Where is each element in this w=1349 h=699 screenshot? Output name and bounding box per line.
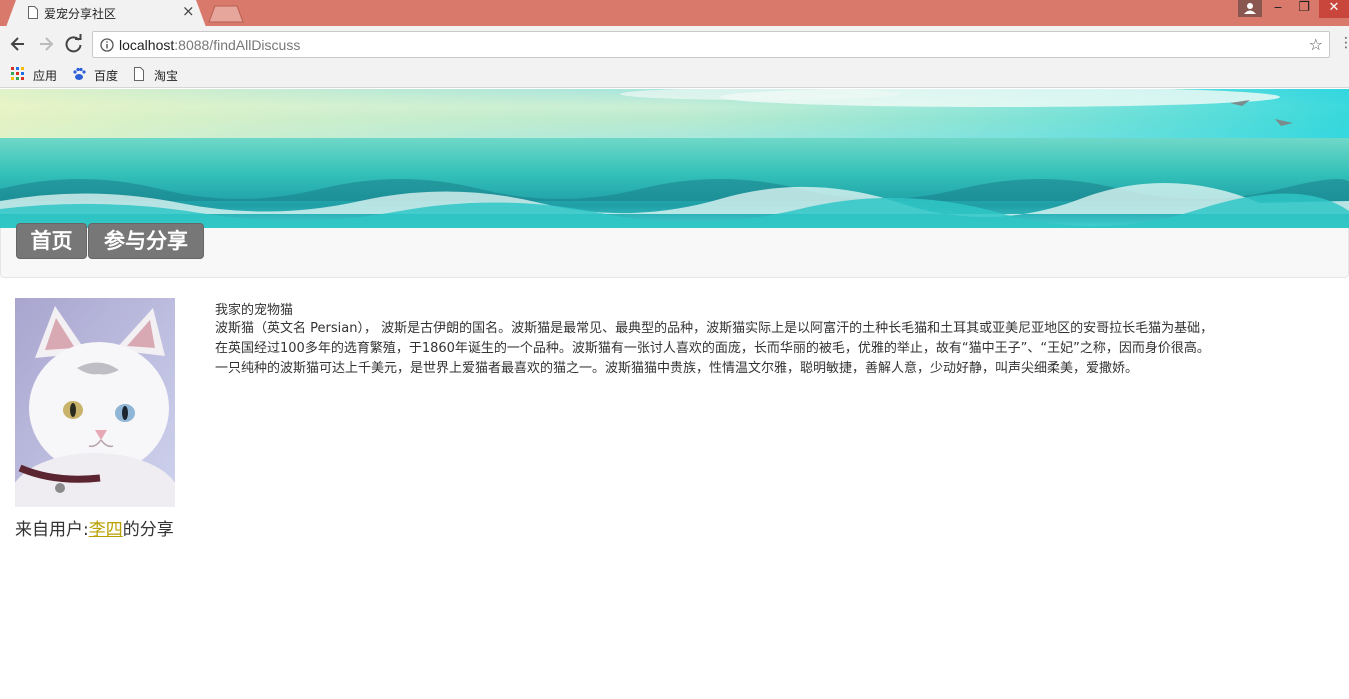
bookmark-label: 百度 [94, 69, 119, 83]
restore-button[interactable]: ❐ [1290, 0, 1318, 18]
url-path: :8088/findAllDiscuss [174, 37, 301, 53]
author-prefix: 来自用户: [15, 520, 89, 540]
nav-home-button[interactable]: 首页 [16, 223, 87, 259]
bookmark-star-icon[interactable]: ☆ [1309, 35, 1323, 54]
post-body: 波斯猫（英文名 Persian）， 波斯是古伊朗的国名。波斯猫是最常见、最典型的… [215, 321, 1214, 376]
nav-share-button[interactable]: 参与分享 [88, 223, 204, 259]
address-bar[interactable]: localhost:8088/findAllDiscuss ☆ [92, 31, 1330, 58]
header-banner-image [0, 89, 1349, 228]
baidu-paw-icon [73, 67, 86, 80]
reload-icon[interactable] [62, 32, 86, 56]
tab-close-icon[interactable]: × [182, 2, 195, 20]
page-icon [28, 6, 38, 19]
post-title: 我家的宠物猫 [215, 303, 294, 318]
apps-grid-icon [11, 67, 24, 80]
browser-titlebar: 爱宠分享社区 × ‒ ❐ ✕ [0, 0, 1349, 27]
author-link[interactable]: 李四 [89, 520, 123, 540]
page-icon [134, 67, 144, 81]
url-host: localhost [119, 37, 175, 53]
pet-photo [15, 298, 175, 507]
close-window-button[interactable]: ✕ [1319, 0, 1349, 18]
url-text[interactable]: localhost:8088/findAllDiscuss [119, 37, 300, 53]
bookmark-baidu[interactable]: 百度 [72, 66, 122, 84]
menu-more-icon[interactable]: ⋮ [1339, 35, 1349, 55]
info-icon[interactable] [100, 38, 114, 52]
author-suffix: 的分享 [122, 520, 174, 540]
browser-toolbar: localhost:8088/findAllDiscuss ☆ ⋮ [0, 26, 1349, 62]
bookmarks-bar: 应用 百度 淘宝 [0, 62, 1349, 88]
minimize-button[interactable]: ‒ [1264, 0, 1292, 18]
bookmark-label: 淘宝 [154, 69, 179, 83]
back-arrow-icon[interactable] [6, 32, 30, 56]
profile-icon[interactable] [1238, 0, 1262, 17]
bookmark-label: 应用 [33, 69, 58, 83]
forward-arrow-icon[interactable] [34, 32, 58, 56]
bookmark-apps[interactable]: 应用 [11, 66, 61, 84]
tab-title: 爱宠分享社区 [44, 7, 117, 21]
new-tab-button[interactable] [208, 5, 244, 23]
author-line: 来自用户:李四的分享 [15, 515, 174, 540]
bookmark-taobao[interactable]: 淘宝 [132, 66, 182, 84]
browser-tab-active[interactable]: 爱宠分享社区 × [6, 0, 206, 27]
